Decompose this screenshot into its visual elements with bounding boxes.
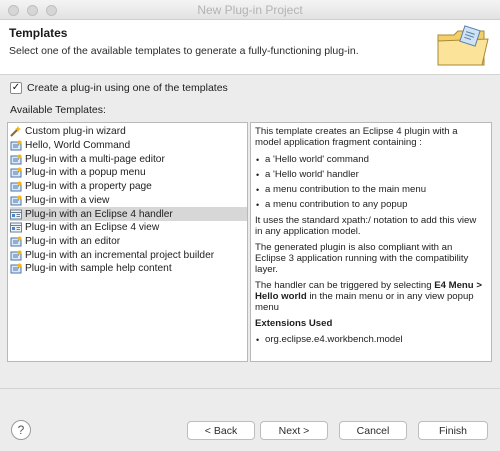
finish-button[interactable]: Finish	[418, 421, 488, 440]
description-bullet: a menu contribution to any popup	[265, 199, 408, 210]
template-label: Plug-in with an Eclipse 4 handler	[25, 208, 173, 220]
bullet-glyph: •	[256, 200, 260, 210]
list-item[interactable]: Plug-in with an editor	[10, 235, 247, 249]
description-text: It uses the standard xpath:/ notation to…	[255, 215, 477, 226]
description-text: Hello world in the main menu or in any v…	[255, 291, 474, 303]
description-bullet: a 'Hello world' command	[265, 154, 369, 165]
template-label: Plug-in with an editor	[25, 235, 121, 247]
list-item[interactable]: Custom plug-in wizard	[10, 125, 247, 139]
use-template-checkbox[interactable]: ✓	[10, 82, 22, 94]
description-text: The generated plugin is also compliant w…	[255, 242, 453, 253]
wizard-wand-icon	[10, 126, 21, 138]
template-label: Hello, World Command	[25, 140, 131, 152]
bullet-glyph: •	[256, 335, 260, 345]
templates-list[interactable]: Custom plug-in wizard Hello, World Comma…	[7, 122, 248, 362]
plugin-template-icon	[10, 250, 22, 261]
plugin-template-icon	[10, 263, 22, 274]
template-label: Plug-in with a view	[25, 194, 110, 206]
use-template-option[interactable]: ✓ Create a plug-in using one of the temp…	[10, 82, 228, 94]
template-label: Custom plug-in wizard	[25, 126, 126, 138]
description-text: layer.	[255, 264, 278, 275]
footer-divider	[0, 388, 500, 389]
e4-template-icon	[10, 222, 22, 233]
description-text: The handler can be triggered by selectin…	[255, 280, 482, 292]
description-text: Eclipse 3 application running with the c…	[255, 253, 469, 264]
list-item[interactable]: Plug-in with a property page	[10, 180, 247, 194]
plugin-template-icon	[10, 195, 22, 206]
bullet-glyph: •	[256, 185, 260, 195]
description-text: model application fragment containing :	[255, 137, 422, 148]
plugin-folder-icon	[437, 25, 489, 66]
list-item[interactable]: Plug-in with an Eclipse 4 view	[10, 221, 247, 235]
list-item[interactable]: Plug-in with sample help content	[10, 262, 247, 276]
plugin-template-icon	[10, 236, 22, 247]
list-item[interactable]: Plug-in with an incremental project buil…	[10, 248, 247, 262]
bullet-glyph: •	[256, 170, 260, 180]
cancel-button[interactable]: Cancel	[339, 421, 407, 440]
use-template-label: Create a plug-in using one of the templa…	[27, 82, 228, 94]
trigger-text: The handler can be triggered by selectin…	[255, 280, 432, 291]
window-title: New Plug-in Project	[197, 3, 303, 17]
plugin-template-icon	[10, 181, 22, 192]
description-bullet: a 'Hello world' handler	[265, 169, 359, 180]
template-label: Plug-in with a multi-page editor	[25, 153, 165, 165]
extensions-heading: Extensions Used	[255, 318, 333, 329]
help-button[interactable]: ?	[11, 420, 31, 440]
template-label: Plug-in with a popup menu	[25, 167, 146, 179]
trigger-menu-path: E4 Menu >	[434, 280, 482, 291]
back-button[interactable]: < Back	[187, 421, 255, 440]
trigger-menu-item: Hello world	[255, 291, 307, 302]
list-item-selected[interactable]: Plug-in with an Eclipse 4 handler	[10, 207, 247, 221]
description-bullet: a menu contribution to the main menu	[265, 184, 427, 195]
template-description-panel: This template creates an Eclipse 4 plugi…	[250, 122, 492, 362]
e4-template-icon	[10, 209, 22, 220]
plugin-template-icon	[10, 167, 22, 178]
wizard-header: Templates Select one of the available te…	[0, 20, 500, 75]
extension-item: org.eclipse.e4.workbench.model	[265, 334, 403, 345]
list-item[interactable]: Hello, World Command	[10, 139, 247, 153]
description-text: in any application model.	[255, 226, 361, 237]
window-titlebar: New Plug-in Project	[0, 0, 500, 20]
trigger-text: in the main menu or in any view popup	[309, 291, 474, 302]
description-text: This template creates an Eclipse 4 plugi…	[255, 126, 458, 137]
list-item[interactable]: Plug-in with a popup menu	[10, 166, 247, 180]
plugin-template-icon	[10, 154, 22, 165]
list-item[interactable]: Plug-in with a view	[10, 194, 247, 208]
plugin-template-icon	[10, 140, 22, 151]
description-text: menu	[255, 302, 279, 313]
page-description: Select one of the available templates to…	[9, 45, 359, 57]
bullet-glyph: •	[256, 155, 260, 165]
list-item[interactable]: Plug-in with a multi-page editor	[10, 152, 247, 166]
template-label: Plug-in with an incremental project buil…	[25, 249, 215, 261]
available-templates-label: Available Templates:	[10, 104, 106, 116]
template-label: Plug-in with sample help content	[25, 263, 172, 275]
template-label: Plug-in with an Eclipse 4 view	[25, 222, 160, 234]
template-label: Plug-in with a property page	[25, 181, 152, 193]
next-button[interactable]: Next >	[260, 421, 328, 440]
page-title: Templates	[9, 26, 68, 40]
